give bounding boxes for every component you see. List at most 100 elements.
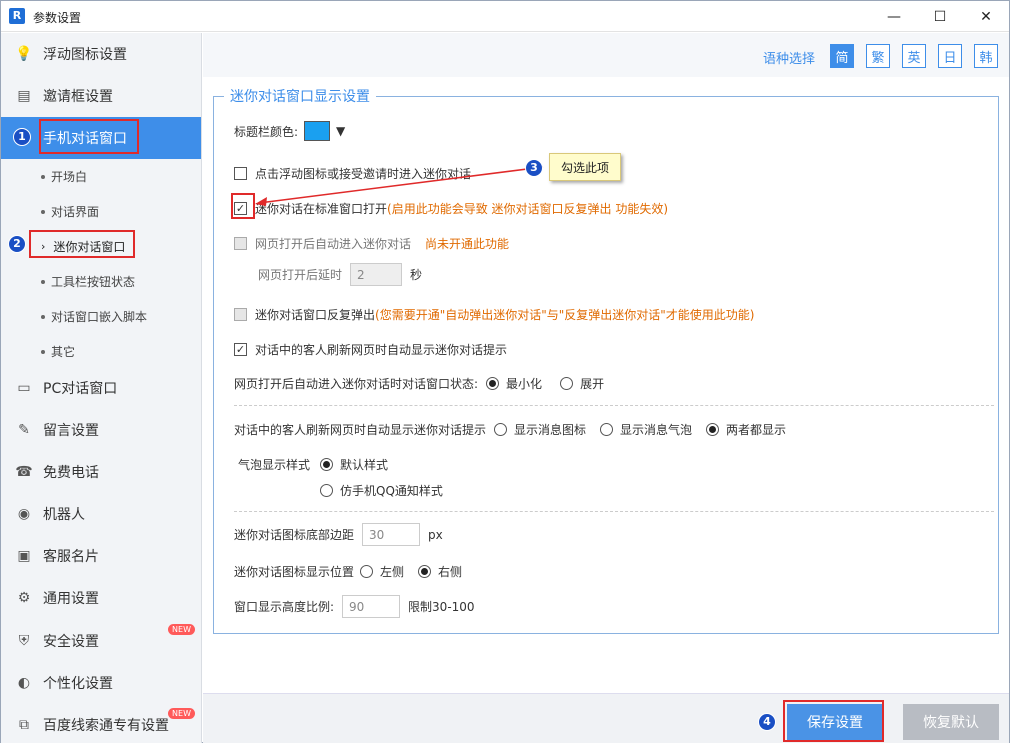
bullet-icon [41, 279, 45, 284]
close-button[interactable]: ✕ [963, 1, 1009, 32]
sidebar-item-free-call[interactable]: ☎ 免费电话 [1, 451, 201, 493]
shield-icon: ⛨ [18, 633, 30, 649]
subitem-chat-ui[interactable]: 对话界面 [1, 194, 201, 229]
gear-icon: ⚙ [17, 590, 31, 606]
lang-simplified-button[interactable]: 简 [830, 44, 854, 68]
monitor-icon: ▭ [17, 380, 31, 396]
subitem-other[interactable]: 其它 [1, 334, 201, 369]
sidebar-item-security[interactable]: ⛨ 安全设置 NEW [1, 620, 201, 662]
height-ratio-note: 限制30-100 [408, 600, 475, 614]
bubble-style-row: 气泡显示样式 默认样式 [238, 456, 388, 473]
checkbox-refresh-hint[interactable]: ✓ [234, 343, 247, 356]
language-bar: 语种选择 简 繁 英 日 韩 [203, 33, 1009, 77]
sidebar-item-label: 留言设置 [43, 423, 99, 439]
radio-bubble-default[interactable] [320, 458, 334, 471]
bullet-icon [41, 174, 45, 179]
bullet-icon [41, 209, 45, 214]
subitem-label: 对话窗口嵌入脚本 [51, 310, 148, 324]
radio-label: 最小化 [506, 377, 543, 391]
refresh-display-label: 对话中的客人刷新网页时自动显示迷你对话提示 [234, 423, 487, 437]
radio-label: 左侧 [380, 565, 405, 579]
checkbox-enter-mini-chat[interactable] [234, 167, 247, 180]
radio-show-both[interactable] [706, 423, 720, 436]
document-icon: ▤ [17, 88, 31, 104]
bullet-icon [41, 314, 45, 319]
app-logo-icon: R [9, 8, 25, 24]
option-label: 迷你对话窗口反复弹出 [255, 308, 376, 322]
lang-korean-button[interactable]: 韩 [974, 44, 998, 68]
radio-expand[interactable] [560, 377, 574, 390]
lang-traditional-button[interactable]: 繁 [866, 44, 890, 68]
language-label: 语种选择 [762, 52, 815, 67]
annotation-box-save [783, 700, 884, 742]
sidebar-item-label: 安全设置 [43, 634, 99, 650]
window-title: 参数设置 [33, 11, 82, 25]
option-refresh-hint[interactable]: ✓ 对话中的客人刷新网页时自动显示迷你对话提示 [234, 341, 507, 358]
sidebar-item-card[interactable]: ▣ 客服名片 [1, 535, 201, 577]
annotation-number-3: 3 [525, 159, 543, 177]
sidebar-item-general[interactable]: ⚙ 通用设置 [1, 577, 201, 619]
sidebar-item-baidu[interactable]: ⧉ 百度线索通专有设置 NEW [1, 704, 201, 743]
icon-margin-label: 迷你对话图标底部边距 [234, 528, 355, 542]
radio-minimize[interactable] [486, 377, 500, 390]
maximize-button[interactable]: ☐ [917, 1, 963, 32]
icon-position-row: 迷你对话图标显示位置 左侧 右侧 [234, 563, 462, 580]
title-color-row: 标题栏颜色: ▼ [234, 121, 345, 141]
sidebar-item-personalize[interactable]: ◐ 个性化设置 [1, 662, 201, 704]
lang-english-button[interactable]: 英 [902, 44, 926, 68]
delay-unit: 秒 [410, 268, 423, 282]
subitem-toolbar-state[interactable]: 工具栏按钮状态 [1, 264, 201, 299]
sidebar-item-label: 通用设置 [43, 591, 99, 607]
sidebar-item-label: 浮动图标设置 [43, 47, 127, 63]
sidebar-item-label: 机器人 [43, 507, 85, 523]
new-badge: NEW [168, 624, 195, 635]
radio-label: 右侧 [438, 565, 463, 579]
height-ratio-input[interactable]: 90 [342, 595, 401, 618]
checkbox-repeat-popup[interactable] [234, 308, 247, 321]
radio-show-bubble[interactable] [600, 423, 614, 436]
icon-margin-row: 迷你对话图标底部边距 30 px [234, 523, 443, 546]
settings-window: R 参数设置 — ☐ ✕ 💡 浮动图标设置 ▤ 邀请框设置 手机对话窗口 开场白 对… [0, 0, 1010, 743]
delay-input[interactable]: 2 [350, 263, 403, 286]
window-state-label: 网页打开后自动进入迷你对话时对话窗口状态: [234, 377, 479, 391]
radio-position-right[interactable] [418, 565, 432, 578]
sidebar-item-message[interactable]: ✎ 留言设置 [1, 409, 201, 451]
robot-icon: ◉ [17, 506, 31, 522]
sidebar-item-float-icon[interactable]: 💡 浮动图标设置 [1, 33, 201, 75]
sidebar-item-label: 免费电话 [43, 465, 99, 481]
bulb-icon: 💡 [15, 46, 33, 62]
annotation-tooltip: 勾选此项 [549, 153, 621, 181]
lang-japanese-button[interactable]: 日 [938, 44, 962, 68]
radio-show-icon[interactable] [494, 423, 508, 436]
subitem-greeting[interactable]: 开场白 [1, 159, 201, 194]
checkbox-auto-enter[interactable] [234, 237, 247, 250]
sidebar-item-robot[interactable]: ◉ 机器人 [1, 493, 201, 535]
telephone-icon: ☎ [15, 464, 33, 480]
option-label: 网页打开后自动进入迷你对话 [255, 237, 412, 251]
delay-row: 网页打开后延时 2 秒 [258, 263, 422, 286]
message-icon: ✎ [18, 422, 30, 438]
dropdown-arrow-icon[interactable]: ▼ [336, 124, 345, 138]
sidebar-item-label: 客服名片 [43, 549, 99, 565]
delay-label: 网页打开后延时 [258, 268, 343, 282]
subitem-label: 对话界面 [51, 205, 100, 219]
sidebar-item-label: 百度线索通专有设置 [43, 718, 169, 734]
icon-position-label: 迷你对话图标显示位置 [234, 565, 355, 579]
refresh-display-row: 对话中的客人刷新网页时自动显示迷你对话提示 显示消息图标 显示消息气泡 两者都显… [234, 421, 786, 438]
sidebar-item-pc-chat[interactable]: ▭ PC对话窗口 [1, 367, 201, 409]
bubble-style-label: 气泡显示样式 [238, 458, 311, 472]
link-icon: ⧉ [19, 717, 29, 733]
reset-button[interactable]: 恢复默认 [903, 704, 999, 740]
icon-margin-input[interactable]: 30 [362, 523, 421, 546]
minimize-button[interactable]: — [871, 1, 917, 32]
subitem-embed-script[interactable]: 对话窗口嵌入脚本 [1, 299, 201, 334]
option-auto-enter: 网页打开后自动进入迷你对话 尚未开通此功能 [234, 235, 509, 252]
bullet-icon [41, 349, 45, 354]
title-bar: R 参数设置 — ☐ ✕ [1, 1, 1009, 32]
color-swatch[interactable] [304, 121, 331, 141]
sidebar-item-invite[interactable]: ▤ 邀请框设置 [1, 75, 201, 117]
radio-bubble-qq[interactable] [320, 484, 333, 497]
radio-position-left[interactable] [360, 565, 374, 578]
divider [234, 511, 994, 512]
option-repeat-popup: 迷你对话窗口反复弹出 (您需要开通"自动弹出迷你对话"与"反复弹出迷你对话"才能… [234, 306, 754, 323]
